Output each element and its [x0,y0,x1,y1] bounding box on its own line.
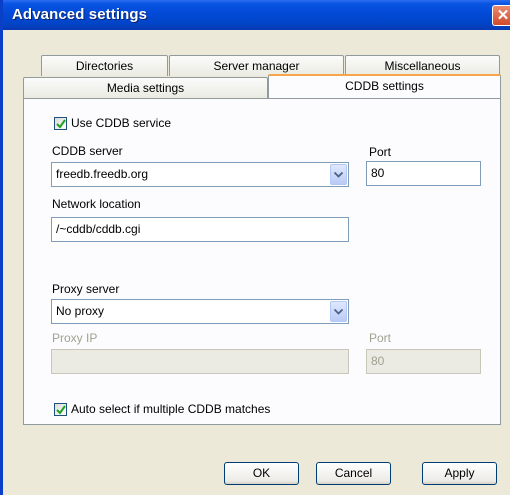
cddb-server-label: CDDB server [52,144,123,158]
port-field[interactable]: 80 [366,161,481,186]
use-cddb-label: Use CDDB service [71,116,172,130]
tab-media-settings[interactable]: Media settings [23,77,268,98]
apply-button[interactable]: Apply [422,462,497,485]
cddb-server-dropdown[interactable]: freedb.freedb.org [51,162,349,187]
network-location-label: Network location [52,197,141,211]
proxy-server-dropdown-button[interactable] [330,301,347,322]
proxy-ip-label: Proxy IP [52,331,98,345]
close-icon: ✕ [496,7,510,24]
proxy-server-dropdown[interactable]: No proxy [51,299,349,324]
close-button[interactable]: ✕ [492,5,510,26]
checkmark-icon [56,405,66,415]
window-title: Advanced settings [12,6,148,23]
cancel-button[interactable]: Cancel [316,462,391,485]
auto-select-checkbox[interactable] [54,403,67,416]
proxy-server-label: Proxy server [52,282,120,296]
advanced-settings-dialog: Advanced settings ✕ Directories Server m… [0,0,510,495]
chevron-down-icon [334,309,343,315]
tab-miscellaneous[interactable]: Miscellaneous [345,55,500,76]
proxy-port-field: 80 [366,349,481,374]
proxy-server-value: No proxy [56,304,105,318]
chevron-down-icon [334,172,343,178]
cddb-server-value: freedb.freedb.org [56,167,149,181]
tab-server-manager[interactable]: Server manager [169,55,344,76]
tab-cddb-settings[interactable]: CDDB settings [268,74,501,98]
proxy-port-label: Port [369,331,392,345]
network-location-field[interactable]: /~cddb/cddb.cgi [51,217,349,242]
title-bar[interactable]: Advanced settings ✕ [3,0,510,30]
auto-select-label: Auto select if multiple CDDB matches [71,402,271,416]
port-label: Port [369,145,392,159]
tab-directories[interactable]: Directories [41,55,168,76]
checkmark-icon [56,119,66,129]
proxy-ip-field [51,349,349,374]
cddb-server-dropdown-button[interactable] [330,164,347,185]
use-cddb-checkbox[interactable] [54,117,67,130]
ok-button[interactable]: OK [224,462,299,485]
